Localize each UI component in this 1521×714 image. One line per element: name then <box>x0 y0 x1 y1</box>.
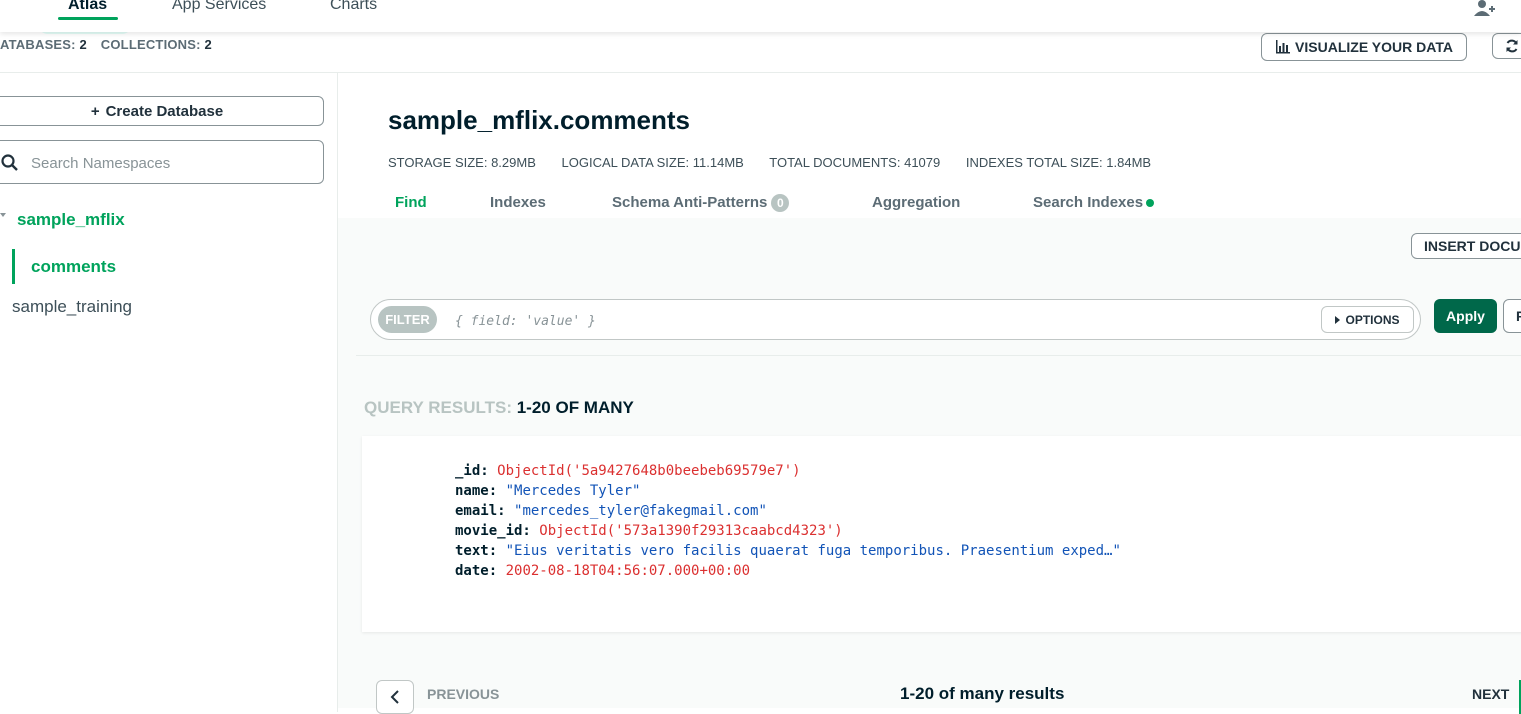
active-collection-indicator <box>12 249 15 284</box>
field-text: text: "Eius veritatis vero facilis quaer… <box>455 541 1121 561</box>
sidebar-item-comments[interactable]: comments <box>31 257 116 277</box>
tab-search-indexes[interactable]: Search Indexes <box>1033 194 1155 211</box>
active-tab-underline <box>58 17 118 20</box>
total-documents-stat: TOTAL DOCUMENTS: 41079 <box>769 155 940 170</box>
create-database-button[interactable]: + Create Database <box>0 96 324 126</box>
storage-size-label: STORAGE SIZE: <box>388 155 488 170</box>
total-documents-value: 41079 <box>904 155 941 170</box>
chevron-left-icon <box>390 690 399 704</box>
tab-schema-anti-patterns[interactable]: Schema Anti-Patterns 0 <box>612 194 790 213</box>
collection-stats: STORAGE SIZE: 8.29MB LOGICAL DATA SIZE: … <box>388 155 1173 170</box>
previous-label[interactable]: PREVIOUS <box>427 686 499 702</box>
header-divider <box>0 72 1521 73</box>
field-date: date: 2002-08-18T04:56:07.000+00:00 <box>455 561 1121 581</box>
field-email: email: "mercedes_tyler@fakegmail.com" <box>455 501 1121 521</box>
field-value: "Mercedes Tyler" <box>505 483 641 499</box>
pagination-summary: 1-20 of many results <box>900 684 1065 703</box>
field-key: _id: <box>455 463 489 479</box>
total-documents-label: TOTAL DOCUMENTS: <box>769 155 901 170</box>
visualize-data-button[interactable]: VISUALIZE YOUR DATA <box>1261 33 1467 61</box>
page-title: sample_mflix.comments <box>388 105 691 135</box>
options-label: OPTIONS <box>1345 312 1400 327</box>
reset-button[interactable]: R <box>1503 299 1521 333</box>
nav-tab-app-services[interactable]: App Services <box>172 0 266 14</box>
storage-size-value: 8.29MB <box>491 155 536 170</box>
indexes-size-stat: INDEXES TOTAL SIZE: 1.84MB <box>966 155 1151 170</box>
indexes-size-value: 1.84MB <box>1106 155 1152 170</box>
collections-label: COLLECTIONS: <box>100 37 201 52</box>
options-button[interactable]: OPTIONS <box>1321 306 1414 333</box>
indexes-size-label: INDEXES TOTAL SIZE: <box>965 155 1103 170</box>
logical-size-stat: LOGICAL DATA SIZE: 11.14MB <box>562 155 744 170</box>
previous-page-button[interactable] <box>376 680 414 714</box>
field-key: date: <box>455 563 498 579</box>
tab-search-indexes-label: Search Indexes <box>1033 194 1144 211</box>
refresh-button[interactable] <box>1492 33 1521 59</box>
field-key: name: <box>455 483 498 499</box>
field-value: "Eius veritatis vero facilis quaerat fug… <box>505 543 1121 559</box>
caret-down-icon[interactable] <box>0 213 6 221</box>
field-key: movie_id: <box>455 523 531 539</box>
databases-count: 2 <box>79 37 87 52</box>
results-divider <box>356 355 1521 356</box>
filter-input[interactable] <box>453 310 1307 332</box>
nav-tab-charts[interactable]: Charts <box>330 0 377 14</box>
filter-badge: FILTER <box>378 306 437 333</box>
add-user-icon[interactable] <box>1474 0 1496 18</box>
logical-size-label: LOGICAL DATA SIZE: <box>561 155 690 170</box>
search-namespaces-input[interactable] <box>29 151 313 175</box>
tab-find[interactable]: Find <box>395 194 427 211</box>
field-value: "mercedes_tyler@fakegmail.com" <box>514 503 767 519</box>
refresh-icon <box>1506 39 1518 53</box>
nav-tab-atlas[interactable]: Atlas <box>68 0 107 14</box>
cluster-stats: ATABASES: 2 COLLECTIONS: 2 <box>0 37 222 52</box>
insert-document-button[interactable]: INSERT DOCUMENT <box>1411 233 1521 259</box>
search-icon <box>1 154 18 171</box>
apply-button[interactable]: Apply <box>1434 299 1497 333</box>
logical-size-value: 11.14MB <box>692 155 744 170</box>
search-namespaces-field[interactable] <box>0 140 324 184</box>
tab-indexes[interactable]: Indexes <box>490 194 546 211</box>
next-label[interactable]: NEXT <box>1472 686 1509 702</box>
query-results-range: 1-20 OF MANY <box>516 398 634 417</box>
bar-chart-icon <box>1276 40 1291 54</box>
caret-right-icon <box>1335 315 1341 324</box>
field-name: name: "Mercedes Tyler" <box>455 481 1121 501</box>
sidebar-item-sample-training[interactable]: sample_training <box>12 297 132 317</box>
databases-label: ATABASES: <box>0 37 76 52</box>
plus-icon: + <box>90 102 100 120</box>
field-key: text: <box>455 543 498 559</box>
field-value: 2002-08-18T04:56:07.000+00:00 <box>505 563 751 579</box>
query-results-label: QUERY RESULTS: <box>364 398 512 417</box>
tab-aggregation[interactable]: Aggregation <box>872 194 960 211</box>
field-movie-id: movie_id: ObjectId('573a1390f29313caabcd… <box>455 521 1121 541</box>
field-key: email: <box>455 503 506 519</box>
document-fields: _id: ObjectId('5a9427648b0beebeb69579e7'… <box>455 461 1121 581</box>
tab-schema-label: Schema Anti-Patterns <box>612 194 768 211</box>
sidebar-item-sample-mflix[interactable]: sample_mflix <box>17 210 125 230</box>
create-database-label: Create Database <box>105 102 224 120</box>
storage-size-stat: STORAGE SIZE: 8.29MB <box>388 155 536 170</box>
field-value: ObjectId('5a9427648b0beebeb69579e7') <box>497 463 801 479</box>
field-id: _id: ObjectId('5a9427648b0beebeb69579e7'… <box>455 461 1121 481</box>
collections-count: 2 <box>204 37 212 52</box>
anti-pattern-count-badge: 0 <box>771 194 790 213</box>
filter-bar[interactable]: FILTER OPTIONS <box>370 299 1421 340</box>
top-nav: Atlas App Services Charts <box>0 0 1521 32</box>
status-dot-icon <box>1146 199 1155 208</box>
field-value: ObjectId('573a1390f29313caabcd4323') <box>539 523 843 539</box>
query-results-heading: QUERY RESULTS: 1-20 OF MANY <box>364 398 634 418</box>
visualize-data-label: VISUALIZE YOUR DATA <box>1295 39 1453 55</box>
